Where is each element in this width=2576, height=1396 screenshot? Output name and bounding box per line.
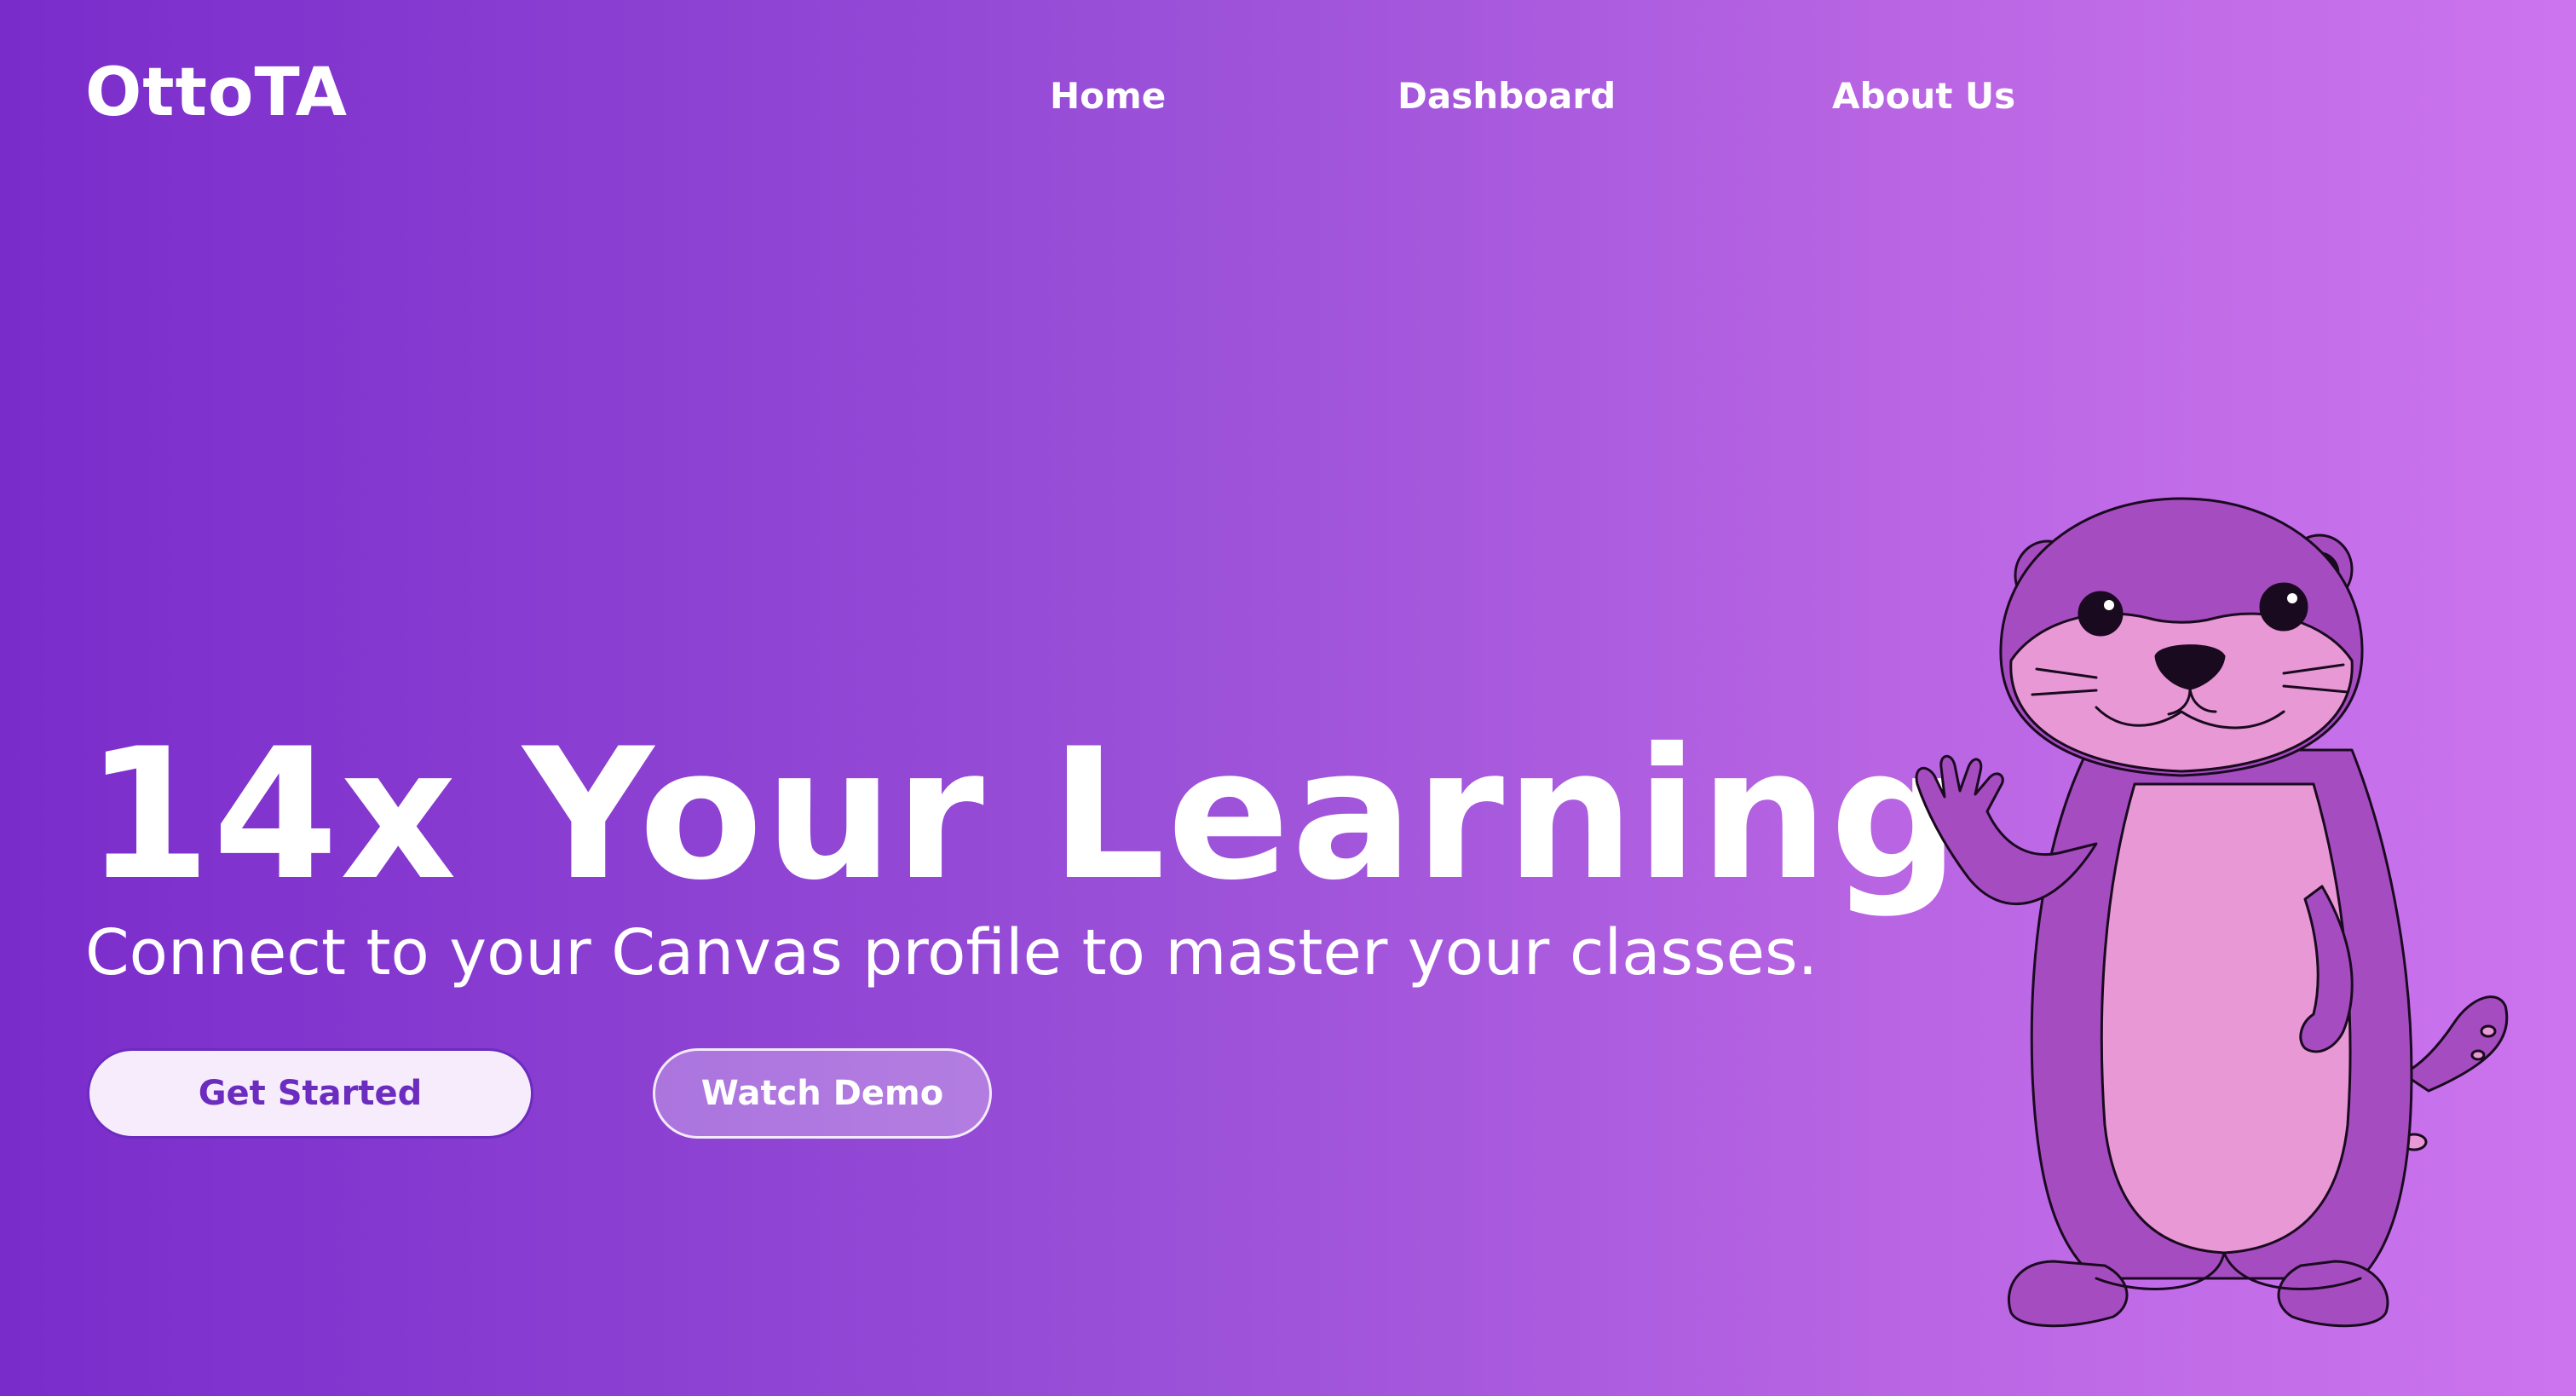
nav-about-us-link[interactable]: About Us [1832, 75, 2015, 118]
watch-demo-button[interactable]: Watch Demo [653, 1048, 992, 1139]
hero-subtitle: Connect to your Canvas profile to master… [85, 916, 1818, 989]
hero-title: 14x Your Learning [85, 709, 1962, 920]
get-started-button[interactable]: Get Started [87, 1048, 533, 1139]
otter-mascot-icon [1915, 497, 2509, 1328]
top-nav: Home Dashboard About Us [0, 75, 2576, 118]
nav-dashboard-link[interactable]: Dashboard [1397, 75, 1616, 118]
nav-home-link[interactable]: Home [1050, 75, 1166, 118]
landing-page: OttoTA Home Dashboard About Us 14x Your … [0, 0, 2576, 1396]
